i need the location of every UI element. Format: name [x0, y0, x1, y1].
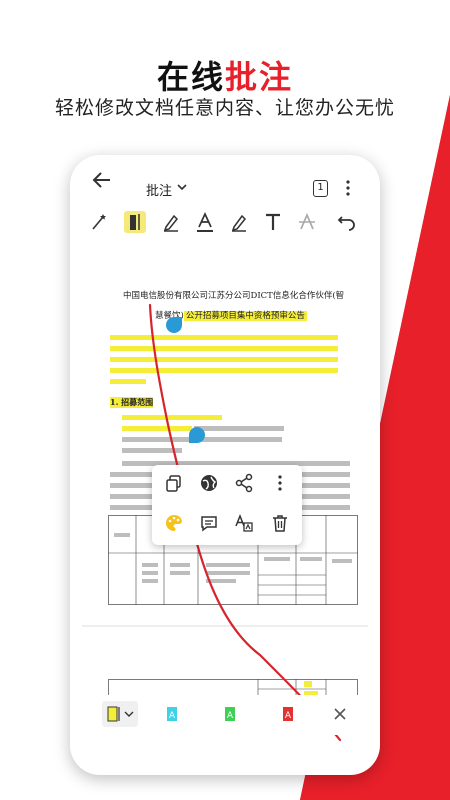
subheadline: 轻松修改文档任意内容、让您办公无忧 — [54, 97, 395, 119]
copy-icon[interactable] — [164, 473, 184, 493]
svg-text:A: A — [227, 711, 234, 721]
chevron-down-icon — [124, 711, 134, 717]
highlighter-cyan-icon[interactable]: A — [164, 705, 180, 723]
close-icon[interactable] — [334, 708, 346, 720]
context-menu-popup — [152, 465, 302, 545]
headline: 在线批注 — [0, 52, 450, 98]
globe-icon[interactable] — [199, 473, 219, 493]
color-palette-icon[interactable] — [164, 513, 184, 533]
highlighter-red-icon[interactable]: A — [280, 705, 296, 723]
headline-part1: 在线 — [156, 58, 225, 96]
highlighter-green-icon[interactable]: A — [222, 705, 238, 723]
translate-icon[interactable] — [234, 513, 254, 533]
selected-color-dropdown[interactable] — [102, 701, 138, 727]
share-icon[interactable] — [234, 473, 254, 493]
svg-text:A: A — [169, 711, 176, 721]
svg-text:A: A — [285, 711, 292, 721]
comment-icon[interactable] — [199, 513, 219, 533]
more-vertical-icon[interactable] — [270, 473, 290, 493]
highlight-color-bar: A A A — [70, 695, 380, 735]
phone-frame: 批注 1 中国电信股份有限公司江苏分公司DICT信息化合作伙伴(智 慧餐饮) 公… — [70, 155, 380, 775]
selection-handle-end[interactable] — [187, 425, 207, 445]
highlighter-yellow-icon — [107, 706, 120, 722]
selection-handle-start[interactable] — [164, 315, 184, 335]
trash-icon[interactable] — [270, 513, 290, 533]
headline-part2: 批注 — [225, 58, 294, 96]
